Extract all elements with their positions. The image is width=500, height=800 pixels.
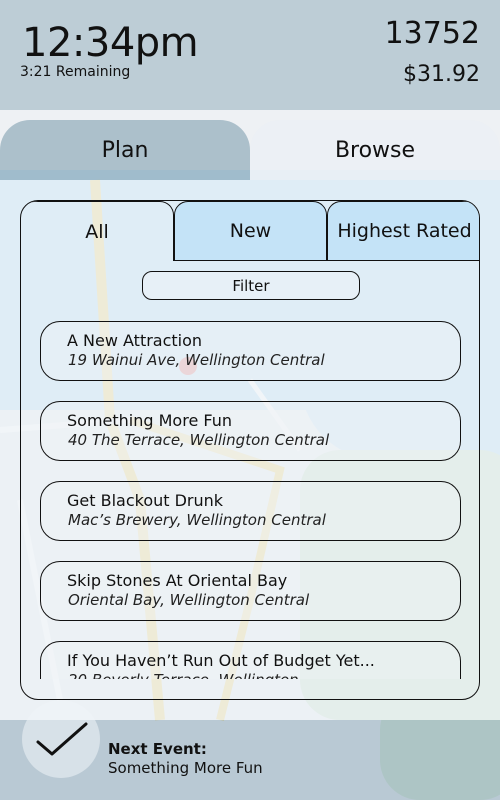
event-list-item[interactable]: If You Haven’t Run Out of Budget Yet... … (40, 641, 461, 679)
event-address: Mac’s Brewery, Wellington Central (68, 511, 326, 529)
event-name: Something More Fun (67, 411, 232, 430)
filter-button[interactable]: Filter (142, 271, 360, 300)
tab-plan[interactable]: Plan (0, 120, 250, 180)
event-name: If You Haven’t Run Out of Budget Yet... (67, 651, 375, 670)
next-event-label: Next Event: (108, 740, 207, 758)
tab-browse[interactable]: Browse (250, 120, 500, 180)
browse-panel: All New Highest Rated Filter A New Attra… (20, 200, 480, 700)
subtab-all[interactable]: All (21, 201, 174, 261)
event-list-item[interactable]: Skip Stones At Oriental Bay Oriental Bay… (40, 561, 461, 621)
subtab-divider (174, 260, 479, 261)
subtab-new[interactable]: New (174, 201, 327, 261)
event-name: Skip Stones At Oriental Bay (67, 571, 288, 590)
points-counter: 13752 (384, 16, 480, 51)
complete-event-button[interactable] (22, 700, 100, 778)
event-address: 40 The Terrace, Wellington Central (68, 431, 330, 449)
time-remaining: 3:21 Remaining (20, 64, 131, 80)
event-address: 19 Wainui Ave, Wellington Central (68, 351, 325, 369)
next-event-name: Something More Fun (108, 759, 263, 777)
current-time: 12:34pm (22, 20, 199, 66)
event-list-item[interactable]: Something More Fun 40 The Terrace, Welli… (40, 401, 461, 461)
event-name: A New Attraction (67, 331, 203, 350)
event-list[interactable]: A New Attraction 19 Wainui Ave, Wellingt… (21, 321, 479, 679)
event-address: Oriental Bay, Wellington Central (68, 591, 310, 609)
event-list-item[interactable]: A New Attraction 19 Wainui Ave, Wellingt… (40, 321, 461, 381)
checkmark-icon (36, 722, 88, 756)
status-header: 12:34pm 3:21 Remaining 13752 $31.92 (0, 0, 500, 110)
subtab-highest-rated[interactable]: Highest Rated (327, 201, 479, 261)
event-address: 20 Beverly Terrace, Wellington (68, 671, 299, 679)
event-list-item[interactable]: Get Blackout Drunk Mac’s Brewery, Wellin… (40, 481, 461, 541)
budget-remaining: $31.92 (403, 62, 480, 87)
event-name: Get Blackout Drunk (67, 491, 224, 510)
